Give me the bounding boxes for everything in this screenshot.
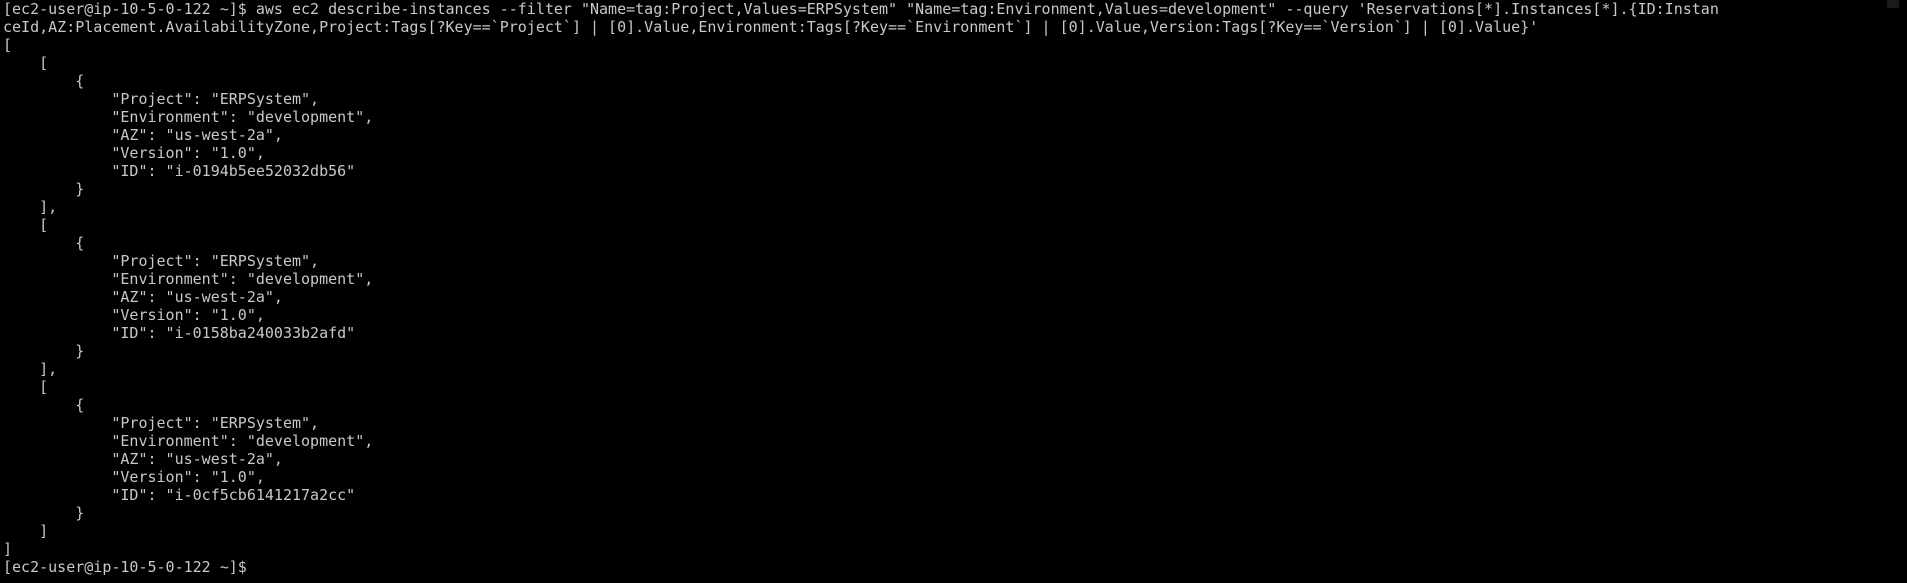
terminal-line: { bbox=[3, 72, 85, 90]
scrollbar-track[interactable] bbox=[1881, 0, 1903, 583]
terminal-line: ], bbox=[3, 198, 58, 216]
terminal-line: "Environment": "development", bbox=[3, 432, 374, 450]
terminal-line: "Version": "1.0", bbox=[3, 306, 265, 324]
terminal-line: "Project": "ERPSystem", bbox=[3, 252, 320, 270]
scrollbar[interactable] bbox=[1875, 0, 1907, 583]
terminal-line: ], bbox=[3, 360, 58, 378]
terminal-line: } bbox=[3, 342, 85, 360]
terminal-line: "Environment": "development", bbox=[3, 108, 374, 126]
terminal-line: "Project": "ERPSystem", bbox=[3, 90, 320, 108]
terminal-line: } bbox=[3, 504, 85, 522]
terminal-line: { bbox=[3, 234, 85, 252]
terminal-line: { bbox=[3, 396, 85, 414]
terminal-line: "AZ": "us-west-2a", bbox=[3, 288, 283, 306]
terminal-line: [ bbox=[3, 36, 13, 54]
terminal-line: "Version": "1.0", bbox=[3, 468, 265, 486]
terminal-line: [ bbox=[3, 54, 49, 72]
scrollbar-thumb[interactable] bbox=[1887, 0, 1899, 8]
terminal-line: [ec2-user@ip-10-5-0-122 ~]$ aws ec2 desc… bbox=[3, 0, 1719, 18]
terminal-line: "AZ": "us-west-2a", bbox=[3, 126, 283, 144]
terminal-window[interactable]: [ec2-user@ip-10-5-0-122 ~]$ aws ec2 desc… bbox=[0, 0, 1875, 583]
command-prompt[interactable]: [ec2-user@ip-10-5-0-122 ~]$ bbox=[3, 558, 1875, 576]
terminal-line: ] bbox=[3, 540, 13, 558]
terminal-line: [ bbox=[3, 378, 49, 396]
terminal-line: ] bbox=[3, 522, 49, 540]
terminal-line: "Environment": "development", bbox=[3, 270, 374, 288]
terminal-line: [ bbox=[3, 216, 49, 234]
prompt-text: [ec2-user@ip-10-5-0-122 ~]$ bbox=[3, 558, 256, 576]
terminal-line: } bbox=[3, 180, 85, 198]
terminal-line: "ID": "i-0194b5ee52032db56" bbox=[3, 162, 356, 180]
terminal-line: "ID": "i-0158ba240033b2afd" bbox=[3, 324, 356, 342]
terminal-line: "Version": "1.0", bbox=[3, 144, 265, 162]
terminal-line: "AZ": "us-west-2a", bbox=[3, 450, 283, 468]
terminal-line: ceId,AZ:Placement.AvailabilityZone,Proje… bbox=[3, 18, 1539, 36]
terminal-line: "ID": "i-0cf5cb6141217a2cc" bbox=[3, 486, 356, 504]
terminal-line: "Project": "ERPSystem", bbox=[3, 414, 320, 432]
